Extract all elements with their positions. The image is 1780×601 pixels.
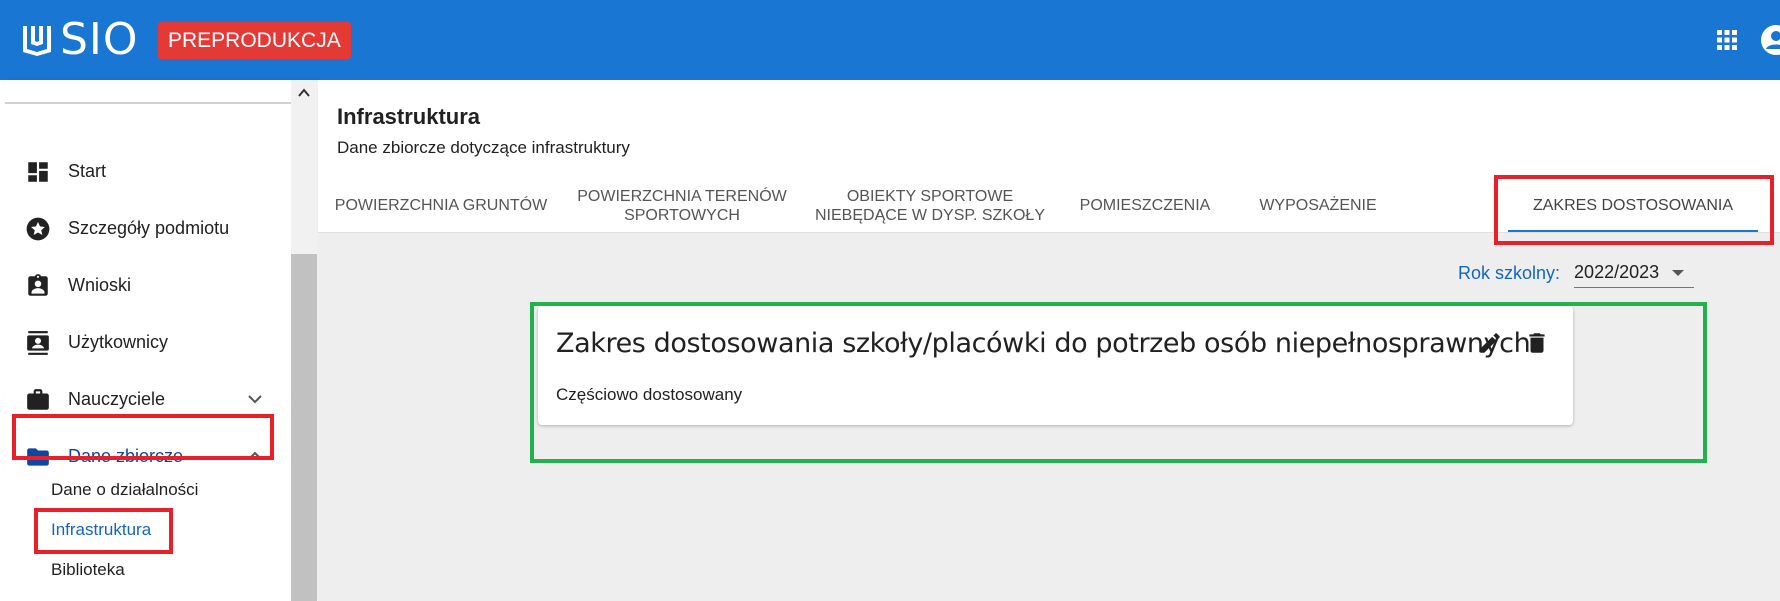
star-circle-icon — [26, 217, 50, 241]
sidebar-item-label: Dane zbiorcze — [68, 445, 184, 466]
page-title: Infrastruktura — [337, 104, 481, 129]
apps-button[interactable] — [1715, 28, 1739, 52]
tab-label: POWIERZCHNIA GRUNTÓW — [334, 197, 548, 214]
tab-label: WYPOSAŻENIE — [1259, 197, 1377, 214]
school-year-value: 2022/2023 — [1574, 262, 1660, 282]
sidebar-item-start[interactable]: Start — [5, 147, 291, 195]
tab-zakres-dostosowania[interactable]: ZAKRES DOSTOSOWANIA — [1508, 178, 1758, 233]
sidebar-item-label: Szczegóły podmiotu — [68, 217, 230, 238]
chevron-down-icon — [248, 395, 262, 404]
dropdown-arrow-icon — [1672, 270, 1685, 276]
sidebar: Start Szczegóły podmiotu Wnioski Użytkow… — [5, 80, 317, 601]
scroll-up-button[interactable] — [291, 80, 317, 106]
sidebar-scrollbar[interactable] — [291, 80, 317, 601]
sidebar-subitem-biblioteka[interactable]: Biblioteka — [51, 560, 125, 580]
tab-powierzchnia-terenow-sportowych[interactable]: POWIERZCHNIA TERENÓW SPORTOWYCH — [562, 178, 802, 233]
delete-button[interactable] — [1522, 328, 1552, 358]
tab-obiekty-sportowe[interactable]: OBIEKTY SPORTOWE NIEBĘDĄCE W DYSP. SZKOŁY — [812, 178, 1048, 233]
sidebar-item-label: Wnioski — [68, 274, 132, 295]
tab-pomieszczenia[interactable]: POMIESZCZENIA — [1060, 178, 1230, 233]
edit-button[interactable] — [1475, 328, 1505, 358]
sidebar-item-szczegoly-podmiotu[interactable]: Szczegóły podmiotu — [5, 204, 291, 252]
briefcase-icon — [27, 389, 49, 410]
page-subtitle: Dane zbiorcze dotyczące infrastruktury — [337, 138, 630, 157]
adaptation-card: Zakres dostosowania szkoły/placówki do p… — [538, 306, 1573, 425]
card-title: Zakres dostosowania szkoły/placówki do p… — [556, 328, 1531, 359]
folder-icon — [27, 448, 49, 466]
tab-powierzchnia-gruntow[interactable]: POWIERZCHNIA GRUNTÓW — [330, 178, 552, 233]
sidebar-item-label: Start — [68, 160, 107, 181]
pencil-icon — [1480, 333, 1500, 353]
contact-card-icon — [27, 331, 49, 355]
sidebar-item-label: Nauczyciele — [68, 388, 166, 409]
dashboard-icon — [28, 162, 48, 182]
environment-badge: PREPRODUKCJA — [158, 22, 351, 59]
school-year-select[interactable]: 2022/2023 — [1574, 258, 1695, 288]
school-year-filter: Rok szkolny: 2022/2023 — [1458, 258, 1695, 288]
logo-text: SIO — [60, 14, 139, 65]
sidebar-item-label: Użytkownicy — [68, 331, 169, 352]
clipboard-account-icon — [28, 274, 48, 296]
sidebar-item-nauczyciele[interactable]: Nauczyciele — [5, 375, 291, 423]
sidebar-subitem-infrastruktura[interactable]: Infrastruktura — [51, 520, 151, 540]
tab-wyposazenie[interactable]: WYPOSAŻENIE — [1240, 178, 1396, 233]
book-logo-icon — [23, 26, 51, 56]
tab-label: POMIESZCZENIA — [1079, 197, 1211, 214]
sidebar-item-uzytkownicy[interactable]: Użytkownicy — [5, 318, 291, 366]
sidebar-item-dane-zbiorcze[interactable]: Dane zbiorcze — [5, 432, 291, 480]
account-circle-icon — [1761, 25, 1780, 55]
app-logo[interactable]: SIO — [20, 16, 139, 64]
tab-label: POWIERZCHNIA TERENÓW SPORTOWYCH — [577, 187, 787, 224]
trash-icon — [1529, 333, 1545, 353]
page-header: Infrastruktura Dane zbiorcze dotyczące i… — [318, 80, 1780, 233]
main-content: Infrastruktura Dane zbiorcze dotyczące i… — [318, 80, 1780, 601]
chevron-up-icon — [298, 88, 310, 97]
sidebar-subitem-dane-o-dzialalnosci[interactable]: Dane o działalności — [51, 480, 198, 500]
card-value: Częściowo dostosowany — [556, 385, 743, 404]
school-year-label: Rok szkolny: — [1458, 262, 1561, 283]
sidebar-divider — [5, 102, 291, 104]
scrollbar-thumb[interactable] — [291, 254, 317, 601]
tab-label: OBIEKTY SPORTOWE NIEBĘDĄCE W DYSP. SZKOŁY — [815, 187, 1045, 224]
active-tab-indicator — [1508, 230, 1758, 232]
app-bar: SIO PREPRODUKCJA — [0, 0, 1780, 80]
tab-label: ZAKRES DOSTOSOWANIA — [1532, 197, 1734, 214]
chevron-up-icon — [248, 451, 262, 460]
apps-grid-icon — [1717, 30, 1737, 50]
user-account-button[interactable] — [1760, 24, 1780, 56]
sidebar-item-wnioski[interactable]: Wnioski — [5, 261, 291, 309]
